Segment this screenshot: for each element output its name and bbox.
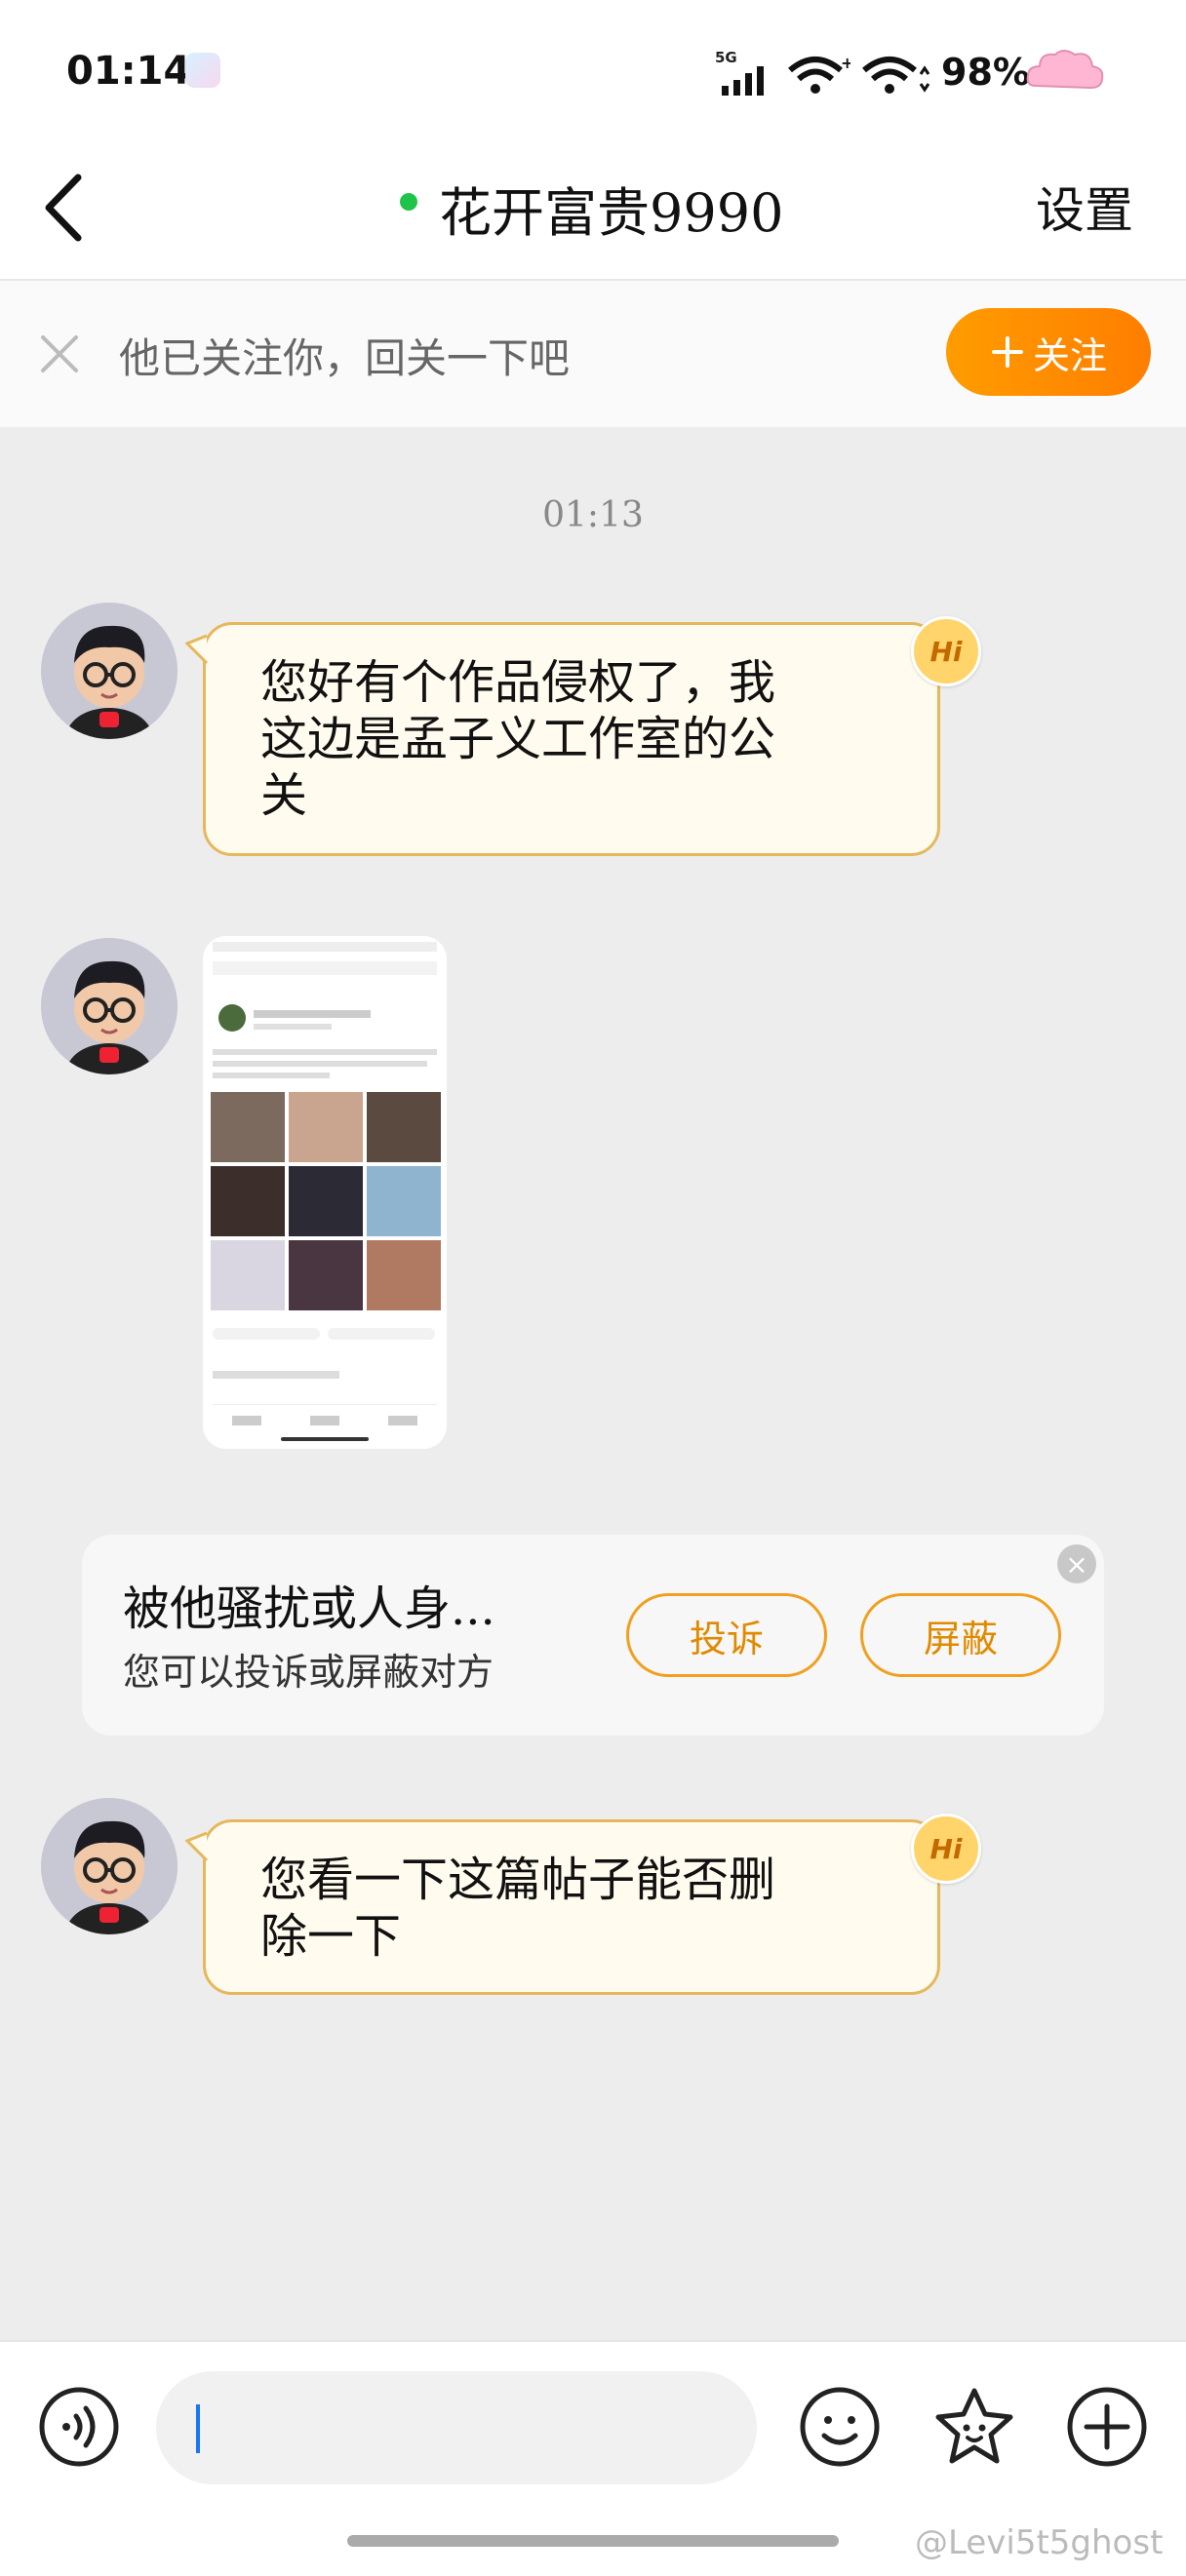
svg-text:+: + <box>841 55 850 72</box>
screenshot-thumbnail <box>203 936 447 1449</box>
add-icon[interactable] <box>1065 2385 1149 2469</box>
voice-icon[interactable] <box>37 2385 121 2469</box>
message-bubble[interactable]: 您好有个作品侵权了，我 这边是孟子义工作室的公 关 <box>203 622 940 856</box>
report-button[interactable]: 投诉 <box>626 1593 827 1677</box>
follow-button-label: 关注 <box>1032 333 1107 377</box>
screenshot-image-message[interactable] <box>203 936 447 1449</box>
message-text-line: 这边是孟子义工作室的公 <box>260 712 776 766</box>
chat-timestamp: 01:13 <box>542 495 644 535</box>
message-input[interactable] <box>156 2371 757 2484</box>
chat-title: 花开富贵9990 <box>439 182 784 244</box>
signal-icon <box>722 66 764 96</box>
watermark: @Levi5t5ghost <box>915 2523 1164 2562</box>
plus-icon <box>991 336 1023 368</box>
bubble-tail <box>185 1831 209 1862</box>
status-time: 01:14 <box>66 49 191 94</box>
hi-badge: Hi <box>911 1814 981 1884</box>
message-text-line: 您看一下这篇帖子能否删 <box>260 1853 776 1907</box>
message-text-line: 关 <box>260 768 308 823</box>
online-status-dot <box>400 193 417 211</box>
emoji-icon[interactable] <box>798 2385 882 2469</box>
report-card-subtitle: 您可以投诉或屏蔽对方 <box>123 1651 494 1694</box>
avatar-cartoon-icon <box>41 938 178 1074</box>
message-bubble[interactable]: 您看一下这篇帖子能否删 除一下 <box>203 1819 940 1995</box>
hi-badge: Hi <box>911 616 981 686</box>
settings-button[interactable]: 设置 <box>1036 172 1133 242</box>
back-icon[interactable] <box>37 168 96 248</box>
app-notification-icon <box>185 53 220 88</box>
battery-cloud-icon <box>1026 50 1104 90</box>
bubble-tail <box>185 634 209 665</box>
follow-banner-text: 他已关注你，回关一下吧 <box>119 334 571 382</box>
avatar-cartoon-icon <box>41 1798 178 1934</box>
close-icon[interactable] <box>35 330 84 378</box>
home-indicator[interactable] <box>347 2535 839 2547</box>
sticker-icon[interactable] <box>932 2385 1016 2469</box>
message-text-line: 除一下 <box>260 1909 402 1964</box>
block-button[interactable]: 屏蔽 <box>860 1593 1061 1677</box>
sender-avatar[interactable] <box>41 603 178 739</box>
wifi-icon: + <box>788 55 850 94</box>
battery-level: 98% <box>941 51 1030 94</box>
avatar-cartoon-icon <box>41 603 178 739</box>
report-card-close-icon[interactable]: × <box>1057 1544 1096 1583</box>
wifi-secondary-icon <box>862 57 930 94</box>
sender-avatar[interactable] <box>41 938 178 1074</box>
message-text-line: 您好有个作品侵权了，我 <box>260 655 776 710</box>
sender-avatar[interactable] <box>41 1798 178 1934</box>
report-card-title: 被他骚扰或人身... <box>123 1581 495 1636</box>
follow-button[interactable]: 关注 <box>946 308 1151 396</box>
text-cursor <box>196 2404 200 2453</box>
